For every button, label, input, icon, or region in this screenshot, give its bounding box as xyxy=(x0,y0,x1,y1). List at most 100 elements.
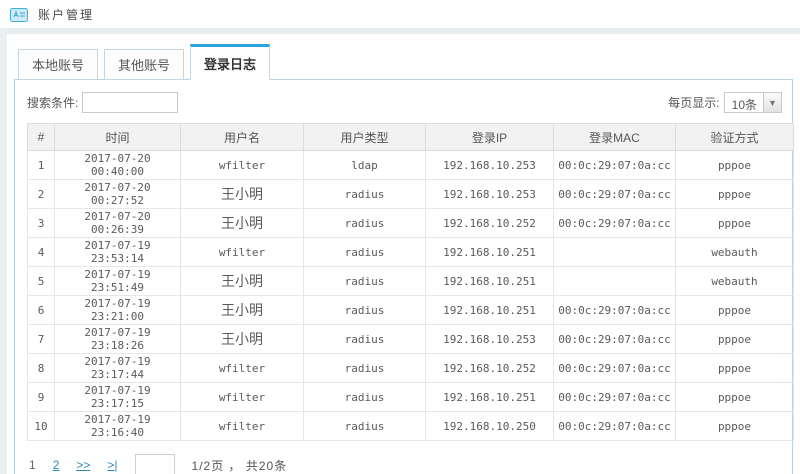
table-cell: radius xyxy=(304,209,426,238)
table-cell: 00:0c:29:07:0a:cc xyxy=(554,296,676,325)
controls-row: 搜索条件: 每页显示: 10条 ▼ xyxy=(15,80,792,123)
table-cell: 2017-07-20 00:26:39 xyxy=(55,209,181,238)
table-row: 92017-07-19 23:17:15wfilterradius192.168… xyxy=(28,383,794,412)
per-page-value: 10条 xyxy=(725,93,763,112)
table-cell: radius xyxy=(304,325,426,354)
table-cell: pppoe xyxy=(676,412,794,441)
login-logs-panel: 搜索条件: 每页显示: 10条 ▼ # 时间 用户名 xyxy=(14,79,793,474)
search-group: 搜索条件: xyxy=(27,92,178,113)
table-row: 102017-07-19 23:16:40wfilterradius192.16… xyxy=(28,412,794,441)
table-cell: 王小明 xyxy=(181,209,304,238)
table-row: 52017-07-19 23:51:49王小明radius192.168.10.… xyxy=(28,267,794,296)
table-cell: 2017-07-19 23:18:26 xyxy=(55,325,181,354)
per-page-label: 每页显示: xyxy=(668,94,719,111)
pagination-bar: 1 2 >> >| 1/2页 ， 共20条 xyxy=(15,441,792,474)
col-index: # xyxy=(28,124,55,151)
table-cell: 5 xyxy=(28,267,55,296)
col-login-ip: 登录IP xyxy=(426,124,554,151)
table-cell: wfilter xyxy=(181,383,304,412)
pagination-current-page: 1 xyxy=(29,458,36,472)
pagination-next-link[interactable]: >> xyxy=(76,458,90,472)
table-cell: radius xyxy=(304,267,426,296)
per-page-select[interactable]: 10条 ▼ xyxy=(724,92,782,113)
col-username: 用户名 xyxy=(181,124,304,151)
page-title: 账户管理 xyxy=(38,6,94,23)
table-cell: 王小明 xyxy=(181,296,304,325)
search-input[interactable] xyxy=(82,92,178,113)
table-row: 62017-07-19 23:21:00王小明radius192.168.10.… xyxy=(28,296,794,325)
table-cell: 00:0c:29:07:0a:cc xyxy=(554,180,676,209)
tab-local-accounts[interactable]: 本地账号 xyxy=(18,49,98,80)
table-cell: 2017-07-19 23:53:14 xyxy=(55,238,181,267)
table-cell: 00:0c:29:07:0a:cc xyxy=(554,209,676,238)
chevron-down-icon[interactable]: ▼ xyxy=(763,93,781,112)
table-cell: radius xyxy=(304,383,426,412)
table-cell: 7 xyxy=(28,325,55,354)
col-usertype: 用户类型 xyxy=(304,124,426,151)
table-row: 82017-07-19 23:17:44wfilterradius192.168… xyxy=(28,354,794,383)
table-cell: 1 xyxy=(28,151,55,180)
table-cell: pppoe xyxy=(676,354,794,383)
table-cell xyxy=(554,267,676,296)
table-cell: 192.168.10.252 xyxy=(426,209,554,238)
table-cell: 2017-07-19 23:51:49 xyxy=(55,267,181,296)
table-cell: 192.168.10.251 xyxy=(426,267,554,296)
left-gutter xyxy=(0,30,7,474)
table-cell: 192.168.10.253 xyxy=(426,180,554,209)
col-login-mac: 登录MAC xyxy=(554,124,676,151)
title-separator xyxy=(0,28,800,34)
login-log-table: # 时间 用户名 用户类型 登录IP 登录MAC 验证方式 12017-07-2… xyxy=(27,123,794,441)
table-cell: pppoe xyxy=(676,151,794,180)
table-cell: 王小明 xyxy=(181,180,304,209)
table-cell: 6 xyxy=(28,296,55,325)
table-cell: 00:0c:29:07:0a:cc xyxy=(554,412,676,441)
table-row: 32017-07-20 00:26:39王小明radius192.168.10.… xyxy=(28,209,794,238)
id-card-icon xyxy=(10,8,28,22)
table-cell: pppoe xyxy=(676,383,794,412)
table-cell: 2017-07-19 23:17:15 xyxy=(55,383,181,412)
table-cell: webauth xyxy=(676,238,794,267)
table-row: 72017-07-19 23:18:26王小明radius192.168.10.… xyxy=(28,325,794,354)
table-body: 12017-07-20 00:40:00wfilterldap192.168.1… xyxy=(28,151,794,441)
table-cell: 2017-07-19 23:17:44 xyxy=(55,354,181,383)
table-cell: radius xyxy=(304,180,426,209)
table-cell: pppoe xyxy=(676,209,794,238)
table-cell: 192.168.10.253 xyxy=(426,151,554,180)
table-cell: 00:0c:29:07:0a:cc xyxy=(554,151,676,180)
table-header: # 时间 用户名 用户类型 登录IP 登录MAC 验证方式 xyxy=(28,124,794,151)
table-cell: radius xyxy=(304,412,426,441)
account-management-page: 账户管理 本地账号 其他账号 登录日志 搜索条件: 每页显示: 10条 ▼ xyxy=(0,0,800,474)
table-row: 12017-07-20 00:40:00wfilterldap192.168.1… xyxy=(28,151,794,180)
table-cell: 00:0c:29:07:0a:cc xyxy=(554,325,676,354)
pagination-jump-input[interactable] xyxy=(135,454,175,474)
table-cell: 192.168.10.251 xyxy=(426,296,554,325)
table-cell: 10 xyxy=(28,412,55,441)
table-cell: 王小明 xyxy=(181,267,304,296)
table-cell: wfilter xyxy=(181,354,304,383)
table-cell: 王小明 xyxy=(181,325,304,354)
table-cell: pppoe xyxy=(676,325,794,354)
table-cell: 192.168.10.251 xyxy=(426,383,554,412)
tab-other-accounts[interactable]: 其他账号 xyxy=(104,49,184,80)
table-row: 22017-07-20 00:27:52王小明radius192.168.10.… xyxy=(28,180,794,209)
table-cell: 8 xyxy=(28,354,55,383)
table-cell: radius xyxy=(304,238,426,267)
table-cell: 192.168.10.252 xyxy=(426,354,554,383)
table-cell: 2017-07-19 23:21:00 xyxy=(55,296,181,325)
table-cell: 2 xyxy=(28,180,55,209)
search-label: 搜索条件: xyxy=(27,94,78,111)
table-cell: 00:0c:29:07:0a:cc xyxy=(554,383,676,412)
col-time: 时间 xyxy=(55,124,181,151)
table-cell: 192.168.10.253 xyxy=(426,325,554,354)
page-titlebar: 账户管理 xyxy=(0,0,800,28)
table-cell: 2017-07-20 00:40:00 xyxy=(55,151,181,180)
per-page-group: 每页显示: 10条 ▼ xyxy=(668,92,782,113)
col-auth-method: 验证方式 xyxy=(676,124,794,151)
tab-login-logs[interactable]: 登录日志 xyxy=(190,44,270,80)
pagination-page-2-link[interactable]: 2 xyxy=(53,458,60,472)
tab-bar: 本地账号 其他账号 登录日志 xyxy=(18,44,800,79)
pagination-info: 1/2页 ， 共20条 xyxy=(192,457,288,474)
pagination-last-link[interactable]: >| xyxy=(107,458,117,472)
table-cell: ldap xyxy=(304,151,426,180)
table-cell: 3 xyxy=(28,209,55,238)
